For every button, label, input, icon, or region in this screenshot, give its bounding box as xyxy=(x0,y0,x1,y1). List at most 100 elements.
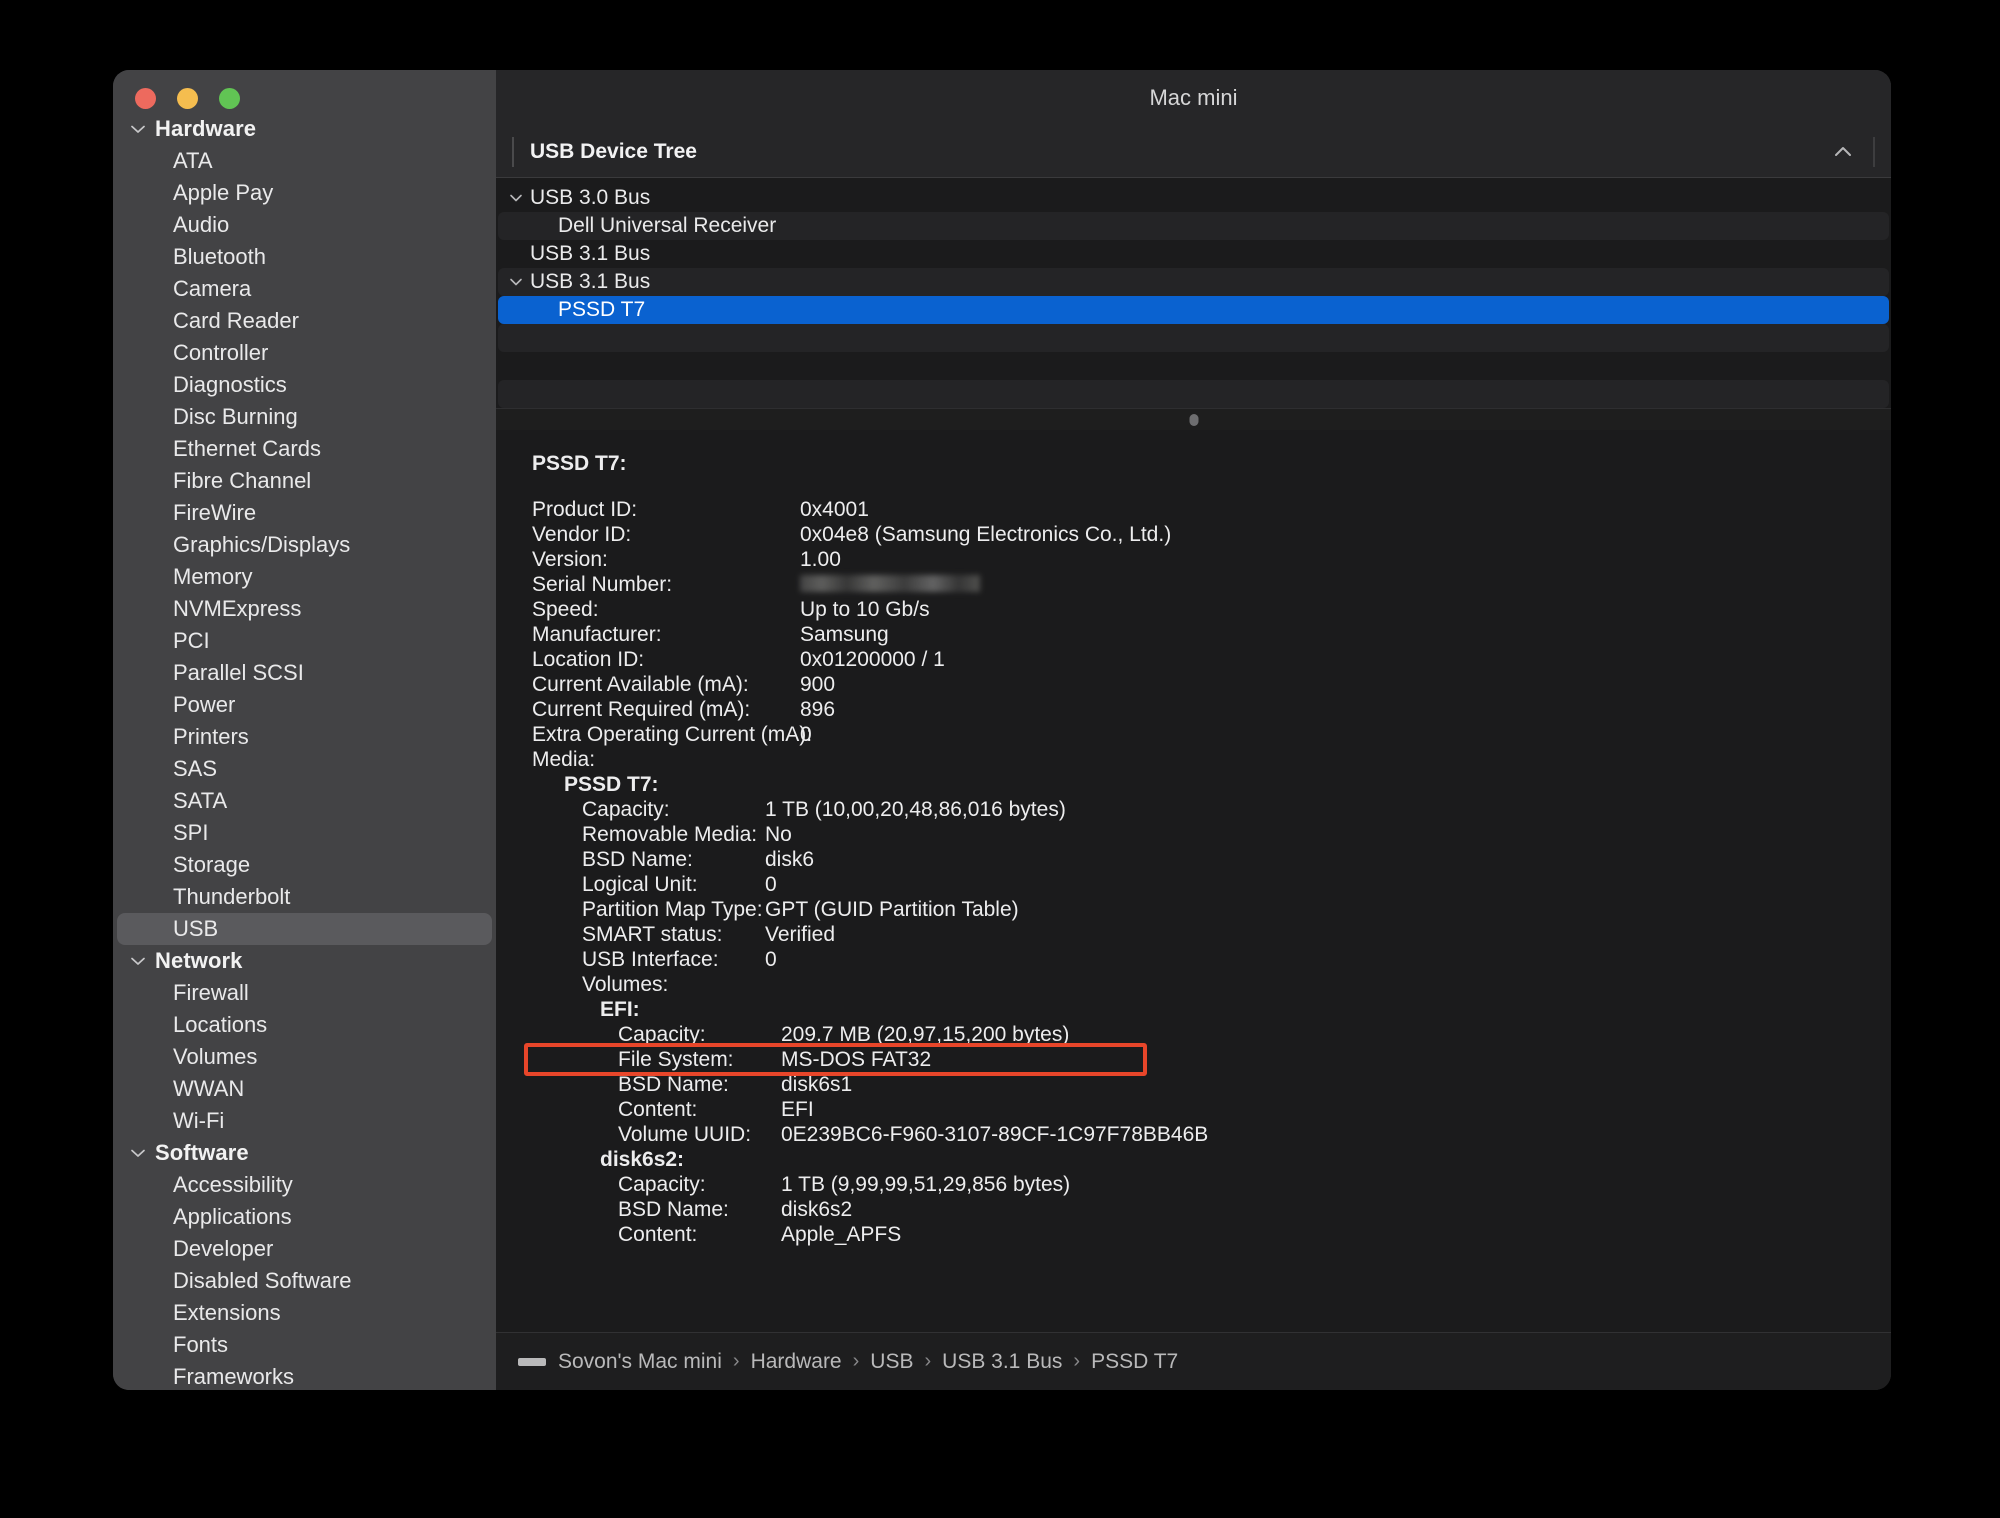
detail-row: BSD Name: disk6s2 xyxy=(514,1198,1891,1223)
volume-name: EFI: xyxy=(600,998,640,1021)
splitter-handle[interactable] xyxy=(1189,413,1198,426)
chevron-down-icon[interactable] xyxy=(127,1142,149,1164)
sidebar-item-sata[interactable]: SATA xyxy=(117,785,492,817)
window-titlebar: Mac mini xyxy=(496,70,1891,126)
minimize-button[interactable] xyxy=(177,88,198,109)
detail-row-label: Version: xyxy=(532,548,608,571)
chevron-down-icon[interactable] xyxy=(506,273,526,291)
detail-row-value: 1 TB (9,99,99,51,29,856 bytes) xyxy=(781,1173,1071,1196)
sidebar-item-extensions[interactable]: Extensions xyxy=(117,1297,492,1329)
sidebar-item-fonts[interactable]: Fonts xyxy=(117,1329,492,1361)
breadcrumb-item-pssd-t7[interactable]: PSSD T7 xyxy=(1091,1350,1178,1374)
sidebar-item-card-reader[interactable]: Card Reader xyxy=(117,305,492,337)
tree-row[interactable]: USB 3.1 Bus xyxy=(498,240,1889,268)
section-header-usb-device-tree[interactable]: USB Device Tree xyxy=(496,126,1891,178)
sidebar-item-ethernet-cards[interactable]: Ethernet Cards xyxy=(117,433,492,465)
chevron-down-icon[interactable] xyxy=(506,189,526,207)
panel-splitter[interactable] xyxy=(496,408,1891,430)
sidebar-group-network[interactable]: Network xyxy=(113,945,496,977)
tree-row-label: Dell Universal Receiver xyxy=(558,214,777,237)
chevron-up-icon[interactable] xyxy=(1831,140,1855,164)
tree-row[interactable]: Dell Universal Receiver xyxy=(498,212,1889,240)
tree-row[interactable]: USB 3.0 Bus xyxy=(498,184,1889,212)
sidebar-group-label: Hardware xyxy=(155,116,257,141)
sidebar-item-parallel-scsi[interactable]: Parallel SCSI xyxy=(117,657,492,689)
sidebar-item-camera[interactable]: Camera xyxy=(117,273,492,305)
sidebar-item-firewire[interactable]: FireWire xyxy=(117,497,492,529)
usb-device-tree: USB 3.0 Bus Dell Universal Receiver USB 3.… xyxy=(496,178,1891,408)
tree-row-empty xyxy=(498,380,1889,408)
tree-row[interactable]: PSSD T7 xyxy=(498,296,1889,324)
sidebar-item-audio[interactable]: Audio xyxy=(117,209,492,241)
detail-row-label: Speed: xyxy=(532,598,599,621)
mac-mini-icon xyxy=(518,1356,546,1368)
sidebar-item-accessibility[interactable]: Accessibility xyxy=(117,1169,492,1201)
detail-row-value: Samsung xyxy=(800,623,889,646)
sidebar-item-graphics-displays[interactable]: Graphics/Displays xyxy=(117,529,492,561)
close-button[interactable] xyxy=(135,88,156,109)
section-divider xyxy=(512,136,514,167)
sidebar-item-locations[interactable]: Locations xyxy=(117,1009,492,1041)
detail-row-label: Current Available (mA): xyxy=(532,673,749,696)
tree-row-empty xyxy=(498,324,1889,352)
sidebar-item-disc-burning[interactable]: Disc Burning xyxy=(117,401,492,433)
sidebar-item-wwan[interactable]: WWAN xyxy=(117,1073,492,1105)
detail-row-label: BSD Name: xyxy=(618,1073,729,1096)
breadcrumb-item-usb-3-1-bus[interactable]: USB 3.1 Bus xyxy=(942,1350,1062,1374)
volume-title-row: disk6s2: xyxy=(514,1148,1891,1173)
sidebar-item-power[interactable]: Power xyxy=(117,689,492,721)
breadcrumb-separator: › xyxy=(924,1350,932,1372)
sidebar-item-developer[interactable]: Developer xyxy=(117,1233,492,1265)
chevron-down-icon[interactable] xyxy=(127,950,149,972)
sidebar-item-wi-fi[interactable]: Wi-Fi xyxy=(117,1105,492,1137)
sidebar-item-diagnostics[interactable]: Diagnostics xyxy=(117,369,492,401)
tree-row-label: USB 3.1 Bus xyxy=(530,270,651,293)
sidebar-item-ata[interactable]: ATA xyxy=(117,145,492,177)
breadcrumb-item-sovon-s-mac-mini[interactable]: Sovon's Mac mini xyxy=(558,1350,722,1374)
sidebar-item-thunderbolt[interactable]: Thunderbolt xyxy=(117,881,492,913)
tree-row-label: USB 3.0 Bus xyxy=(530,186,651,209)
sidebar-item-nvmexpress[interactable]: NVMExpress xyxy=(117,593,492,625)
breadcrumb-item-hardware[interactable]: Hardware xyxy=(751,1350,842,1374)
detail-row-value: 1.00 xyxy=(800,548,841,571)
detail-row-label: Product ID: xyxy=(532,498,638,521)
detail-row: Capacity: 1 TB (10,00,20,48,86,016 bytes) xyxy=(514,798,1891,823)
detail-row-value: 1 TB (10,00,20,48,86,016 bytes) xyxy=(765,798,1066,821)
detail-row: Content: Apple_APFS xyxy=(514,1223,1891,1248)
sidebar-item-frameworks[interactable]: Frameworks xyxy=(117,1361,492,1390)
breadcrumb-item-usb[interactable]: USB xyxy=(870,1350,913,1374)
zoom-button[interactable] xyxy=(219,88,240,109)
sidebar-item-applications[interactable]: Applications xyxy=(117,1201,492,1233)
sidebar-item-bluetooth[interactable]: Bluetooth xyxy=(117,241,492,273)
sidebar-group-software[interactable]: Software xyxy=(113,1137,496,1169)
section-right-divider xyxy=(1873,136,1875,167)
detail-row-label: Location ID: xyxy=(532,648,645,671)
chevron-down-icon[interactable] xyxy=(127,118,149,140)
sidebar-item-memory[interactable]: Memory xyxy=(117,561,492,593)
sidebar-item-printers[interactable]: Printers xyxy=(117,721,492,753)
sidebar-item-apple-pay[interactable]: Apple Pay xyxy=(117,177,492,209)
sidebar-item-fibre-channel[interactable]: Fibre Channel xyxy=(117,465,492,497)
media-title-row: PSSD T7: xyxy=(514,773,1891,798)
sidebar-item-firewall[interactable]: Firewall xyxy=(117,977,492,1009)
device-detail-panel: PSSD T7: Product ID: 0x4001 Vendor ID: 0x04… xyxy=(496,430,1891,1332)
detail-row-value: 209.7 MB (20,97,15,200 bytes) xyxy=(781,1023,1070,1046)
sidebar-item-disabled-software[interactable]: Disabled Software xyxy=(117,1265,492,1297)
sidebar-item-pci[interactable]: PCI xyxy=(117,625,492,657)
window-title: Mac mini xyxy=(1149,85,1238,110)
detail-row-label: Capacity: xyxy=(582,798,670,821)
detail-row: BSD Name: disk6 xyxy=(514,848,1891,873)
sidebar-item-storage[interactable]: Storage xyxy=(117,849,492,881)
sidebar-group-hardware[interactable]: Hardware xyxy=(113,113,496,145)
sidebar-item-controller[interactable]: Controller xyxy=(117,337,492,369)
tree-row[interactable]: USB 3.1 Bus xyxy=(498,268,1889,296)
detail-row-label: Content: xyxy=(618,1223,698,1246)
detail-row: Content: EFI xyxy=(514,1098,1891,1123)
detail-row-label: File System: xyxy=(618,1048,734,1071)
sidebar-item-sas[interactable]: SAS xyxy=(117,753,492,785)
detail-row-label: Content: xyxy=(618,1098,698,1121)
detail-row-label: Volume UUID: xyxy=(618,1123,752,1146)
sidebar-item-spi[interactable]: SPI xyxy=(117,817,492,849)
sidebar-item-usb[interactable]: USB xyxy=(117,913,492,945)
sidebar-item-volumes[interactable]: Volumes xyxy=(117,1041,492,1073)
